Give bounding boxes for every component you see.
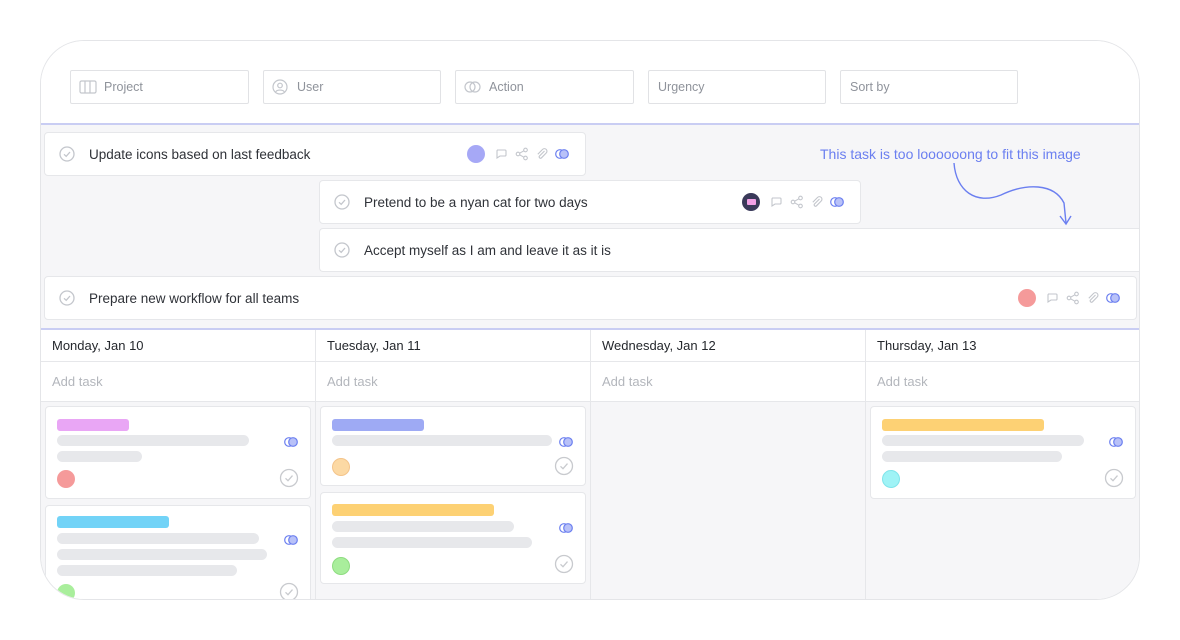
timeline-task[interactable]: Prepare new workflow for all teams: [44, 276, 1137, 320]
check-circle-icon[interactable]: [554, 554, 574, 574]
task-card[interactable]: [870, 406, 1136, 499]
paperclip-icon[interactable]: [810, 195, 824, 209]
check-circle-icon[interactable]: [59, 290, 75, 306]
add-task-input[interactable]: Add task: [591, 362, 865, 402]
avatar[interactable]: [742, 193, 760, 211]
sort-by-filter[interactable]: Sort by: [840, 70, 1018, 104]
urgency-filter[interactable]: Urgency: [648, 70, 826, 104]
task-card[interactable]: [320, 406, 586, 486]
avatar[interactable]: [57, 470, 75, 488]
task-title: Prepare new workflow for all teams: [89, 290, 300, 306]
placeholder-line: [332, 537, 532, 548]
task-title: Accept myself as I am and leave it as it…: [364, 242, 611, 258]
comment-icon[interactable]: [770, 195, 784, 209]
task-title: Update icons based on last feedback: [89, 146, 311, 162]
toggle-icon[interactable]: [284, 534, 298, 546]
avatar[interactable]: [332, 557, 350, 575]
check-circle-icon[interactable]: [59, 146, 75, 162]
user-filter[interactable]: User: [263, 70, 441, 104]
paperclip-icon[interactable]: [1086, 291, 1100, 305]
project-filter-label: Project: [104, 80, 143, 94]
paperclip-icon[interactable]: [535, 147, 549, 161]
toggle-icon: [464, 80, 482, 94]
avatar[interactable]: [332, 458, 350, 476]
placeholder-line: [57, 533, 259, 544]
tag-bar: [57, 516, 169, 528]
check-circle-icon[interactable]: [279, 582, 299, 600]
check-circle-icon[interactable]: [334, 242, 350, 258]
check-circle-icon[interactable]: [554, 456, 574, 476]
day-header: Tuesday, Jan 11: [316, 330, 590, 362]
day-header: Thursday, Jan 13: [866, 330, 1139, 362]
action-filter-label: Action: [489, 80, 524, 94]
overflow-annotation: This task is too loooooong to fit this i…: [820, 146, 1081, 162]
nyan-cat-icon: [746, 199, 756, 205]
toggle-icon[interactable]: [559, 436, 573, 448]
day-column-tuesday: Tuesday, Jan 11 Add task: [316, 330, 591, 599]
filter-bar: Project User Action Urgency Sort by: [41, 41, 1139, 123]
toggle-icon[interactable]: [1106, 291, 1120, 305]
task-title: Pretend to be a nyan cat for two days: [364, 194, 588, 210]
add-task-input[interactable]: Add task: [41, 362, 315, 402]
placeholder-line: [882, 451, 1062, 462]
placeholder-line: [57, 435, 249, 446]
share-icon[interactable]: [1066, 291, 1080, 305]
project-filter[interactable]: Project: [70, 70, 249, 104]
timeline-task[interactable]: Update icons based on last feedback: [44, 132, 586, 176]
tag-bar: [57, 419, 129, 431]
columns-icon: [79, 80, 97, 94]
app-frame: Project User Action Urgency Sort by Upda…: [40, 40, 1140, 600]
tag-bar: [332, 504, 494, 516]
placeholder-line: [57, 549, 267, 560]
check-circle-icon[interactable]: [334, 194, 350, 210]
toggle-icon[interactable]: [555, 147, 569, 161]
comment-icon[interactable]: [1046, 291, 1060, 305]
timeline-task[interactable]: Accept myself as I am and leave it as it…: [319, 228, 1139, 272]
day-column-monday: Monday, Jan 10 Add task: [41, 330, 316, 600]
timeline-task[interactable]: Pretend to be a nyan cat for two days: [319, 180, 861, 224]
toggle-icon[interactable]: [830, 195, 844, 209]
placeholder-line: [57, 451, 142, 462]
tag-bar: [332, 419, 424, 431]
check-circle-icon[interactable]: [279, 468, 299, 488]
toggle-icon[interactable]: [559, 522, 573, 534]
day-header: Monday, Jan 10: [41, 330, 315, 362]
avatar[interactable]: [1018, 289, 1036, 307]
avatar[interactable]: [57, 584, 75, 599]
urgency-filter-label: Urgency: [658, 80, 705, 94]
day-column-thursday: Thursday, Jan 13 Add task: [866, 330, 1139, 599]
share-icon[interactable]: [515, 147, 529, 161]
week-board: Monday, Jan 10 Add task Tuesday, Jan 11 …: [41, 330, 1139, 600]
tag-bar: [882, 419, 1044, 431]
add-task-input[interactable]: Add task: [866, 362, 1139, 402]
avatar[interactable]: [882, 470, 900, 488]
sort-by-filter-label: Sort by: [850, 80, 890, 94]
task-card[interactable]: [320, 492, 586, 584]
curved-arrow-icon: [953, 162, 1072, 226]
placeholder-line: [332, 435, 552, 446]
placeholder-line: [332, 521, 514, 532]
day-header: Wednesday, Jan 12: [591, 330, 865, 362]
placeholder-line: [882, 435, 1084, 446]
task-card[interactable]: [45, 505, 311, 600]
user-filter-label: User: [297, 80, 324, 94]
share-icon[interactable]: [790, 195, 804, 209]
avatar[interactable]: [467, 145, 485, 163]
day-column-wednesday: Wednesday, Jan 12 Add task: [591, 330, 866, 599]
toggle-icon[interactable]: [284, 436, 298, 448]
toggle-icon[interactable]: [1109, 436, 1123, 448]
check-circle-icon[interactable]: [1104, 468, 1124, 488]
comment-icon[interactable]: [495, 147, 509, 161]
timeline-area: Update icons based on last feedback Pret…: [41, 125, 1139, 328]
task-card[interactable]: [45, 406, 311, 499]
action-filter[interactable]: Action: [455, 70, 634, 104]
placeholder-line: [57, 565, 237, 576]
user-circle-icon: [272, 79, 290, 95]
add-task-input[interactable]: Add task: [316, 362, 590, 402]
